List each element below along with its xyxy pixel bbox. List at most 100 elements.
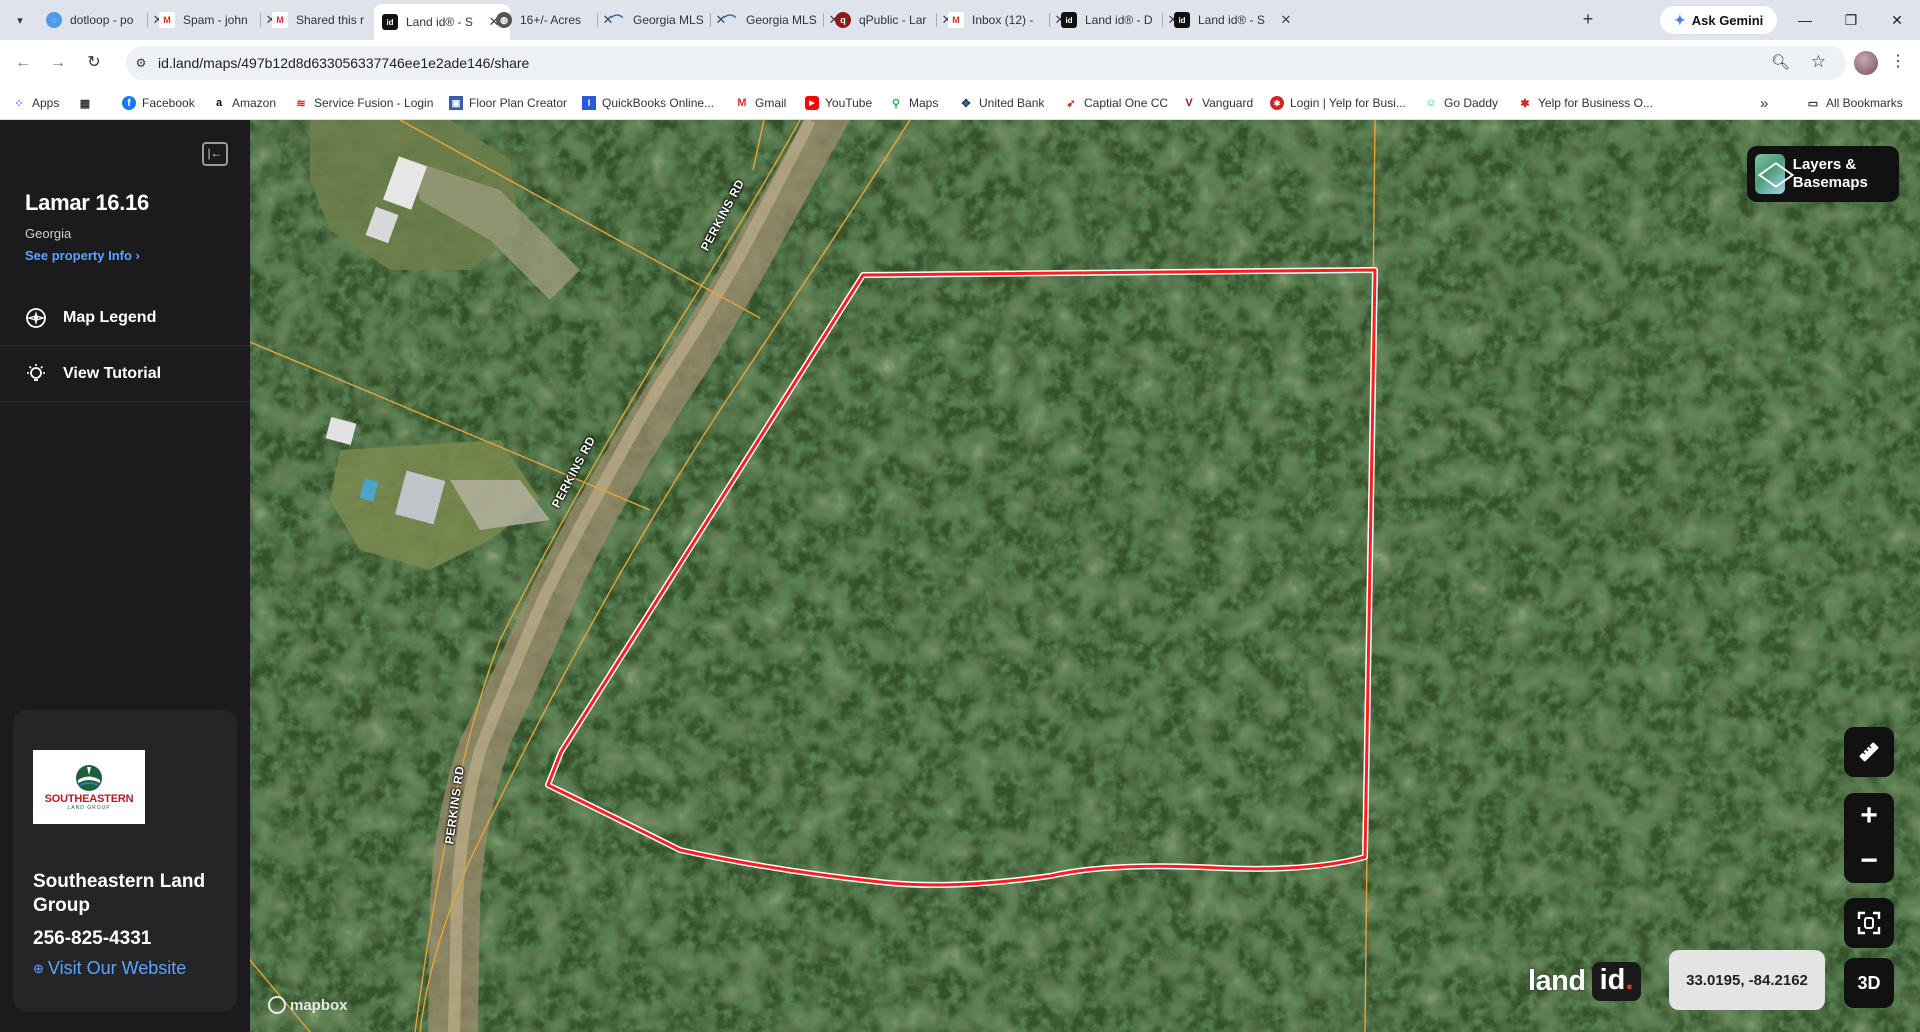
bookmark-label: All Bookmarks bbox=[1826, 96, 1903, 110]
browser-toolbar: ← → ↻ ⚙ id.land/maps/497b12d8d6330563377… bbox=[0, 40, 1920, 86]
tab-title: Georgia MLS bbox=[633, 13, 704, 27]
floorplan-icon: ▣ bbox=[449, 96, 463, 110]
bookmark-unitedbank[interactable]: ✥ United Bank bbox=[959, 94, 1044, 112]
yelp-icon: ✱ bbox=[1520, 97, 1530, 110]
visit-website-label: Visit Our Website bbox=[47, 958, 187, 978]
bookmark-gmail[interactable]: M Gmail bbox=[735, 94, 786, 112]
bookmark-label: United Bank bbox=[979, 96, 1045, 110]
apps-grid-icon: ⁘ bbox=[14, 97, 24, 110]
restore-icon[interactable]: ❐ bbox=[1836, 8, 1866, 32]
bookmark-label: Facebook bbox=[142, 96, 195, 110]
bookmark-label: Go Daddy bbox=[1444, 96, 1499, 110]
bookmarks-bar: ⁘ Apps ▦ f Facebook a Amazon ≋ Service Fusio… bbox=[0, 86, 1920, 120]
site-settings-icon[interactable]: ⚙ bbox=[132, 54, 150, 72]
bookmark-launcher[interactable]: ▦ bbox=[78, 94, 92, 112]
bookmark-label: Gmail bbox=[755, 96, 787, 110]
bookmark-label: Amazon bbox=[232, 96, 277, 110]
apps-launcher-icon: ▦ bbox=[79, 97, 91, 110]
profile-avatar[interactable] bbox=[1854, 51, 1878, 75]
capitalone-icon: ➶ bbox=[1066, 97, 1076, 110]
zoom-out-button[interactable]: − bbox=[1844, 838, 1894, 883]
globe-icon: ◍ bbox=[496, 12, 512, 28]
bookmark-apps[interactable]: ⁘ Apps bbox=[12, 94, 59, 112]
gmail-icon: M bbox=[272, 12, 288, 28]
3d-toggle-button[interactable]: 3D bbox=[1844, 958, 1894, 1008]
vanguard-icon: V bbox=[1185, 97, 1193, 109]
gmail-icon: M bbox=[737, 97, 747, 109]
bookmark-label: Apps bbox=[32, 96, 60, 110]
bookmark-label: YouTube bbox=[825, 96, 873, 110]
unitedbank-icon: ✥ bbox=[961, 97, 971, 110]
layers-basemaps-label: Layers & Basemaps bbox=[1792, 156, 1868, 191]
tab-title: Land id® - S bbox=[1198, 13, 1265, 27]
bookmark-label: Captial One CC bbox=[1084, 96, 1169, 110]
agent-logo: SOUTHEASTERN LAND GROUP bbox=[33, 750, 145, 824]
bookmark-floorplan[interactable]: ▣ Floor Plan Creator bbox=[449, 94, 567, 112]
qpublic-icon: q bbox=[835, 12, 851, 28]
recenter-button[interactable] bbox=[1844, 898, 1894, 948]
agent-name: Southeastern Land Group bbox=[33, 871, 206, 916]
map-legend-button[interactable]: Map Legend bbox=[0, 290, 250, 346]
zoom-magnifier-icon[interactable]: 🔍︎ bbox=[1771, 53, 1790, 71]
browser-menu-icon[interactable]: ⋮ bbox=[1890, 51, 1906, 71]
bookmarks-overflow-chevron-icon[interactable]: » bbox=[1760, 94, 1768, 112]
visit-website-link[interactable]: ⊕ Visit Our Website bbox=[33, 958, 186, 979]
map-canvas[interactable]: PERKINS RD PERKINS RD PERKINS RD Layers … bbox=[250, 120, 1920, 1032]
minimize-icon[interactable]: — bbox=[1790, 8, 1820, 32]
bookmark-capitalone[interactable]: ➶ Captial One CC bbox=[1064, 94, 1168, 112]
agent-logo-name: SOUTHEASTERN bbox=[44, 793, 134, 805]
back-arrow-icon[interactable]: ← bbox=[11, 51, 35, 75]
bookmark-yelp-business[interactable]: ✱ Yelp for Business O... bbox=[1518, 94, 1653, 112]
bookmark-servicefusion[interactable]: ≋ Service Fusion - Login bbox=[294, 94, 433, 112]
ask-gemini-label: Ask Gemini bbox=[1691, 12, 1764, 28]
reload-icon[interactable]: ↻ bbox=[82, 51, 106, 75]
tab-title: Land id® - S bbox=[406, 15, 473, 29]
tab-title: Shared this r bbox=[296, 13, 365, 27]
ruler-icon bbox=[1859, 742, 1879, 762]
bookmark-amazon[interactable]: a Amazon bbox=[212, 94, 276, 112]
collapse-panel-icon[interactable]: |← bbox=[202, 142, 228, 166]
satellite-basemap bbox=[250, 120, 1920, 1032]
see-property-info-link[interactable]: See property Info › bbox=[25, 248, 140, 263]
url-text[interactable]: id.land/maps/497b12d8d633056337746ee1e2a… bbox=[158, 55, 529, 71]
zoom-in-button[interactable]: + bbox=[1844, 793, 1894, 838]
tab-search-chevron-icon[interactable]: ▾ bbox=[8, 8, 32, 32]
map-legend-label: Map Legend bbox=[63, 308, 157, 326]
property-title: Lamar 16.16 bbox=[25, 190, 149, 215]
tab-title: dotloop - po bbox=[70, 13, 134, 27]
bookmark-label: Login | Yelp for Busi... bbox=[1290, 96, 1406, 110]
forward-arrow-icon[interactable]: → bbox=[46, 51, 70, 75]
bookmark-maps[interactable]: ⚲ Maps bbox=[889, 94, 938, 112]
agent-logo-mark-icon bbox=[76, 765, 102, 791]
bookmark-godaddy[interactable]: ☺ Go Daddy bbox=[1424, 94, 1498, 112]
tab-11[interactable]: id Land id® - S ✕ bbox=[1166, 6, 1302, 34]
new-tab-button[interactable]: + bbox=[1576, 8, 1600, 32]
close-window-icon[interactable]: ✕ bbox=[1882, 8, 1912, 32]
landid-icon: id bbox=[1061, 12, 1077, 28]
bookmark-label: QuickBooks Online... bbox=[602, 96, 715, 110]
bookmark-vanguard[interactable]: V Vanguard bbox=[1182, 94, 1253, 112]
compass-icon bbox=[25, 307, 47, 329]
layers-basemaps-button[interactable]: Layers & Basemaps bbox=[1747, 146, 1899, 202]
landid-icon: id bbox=[1174, 12, 1190, 28]
tab-close-icon[interactable]: ✕ bbox=[1278, 12, 1294, 28]
view-tutorial-button[interactable]: View Tutorial bbox=[0, 346, 250, 402]
lightbulb-icon bbox=[25, 363, 47, 385]
mapbox-attribution[interactable]: mapbox bbox=[268, 996, 348, 1014]
all-bookmarks[interactable]: ▭ All Bookmarks bbox=[1806, 94, 1903, 112]
mapbox-logo-icon bbox=[268, 996, 286, 1014]
address-bar[interactable]: ⚙ id.land/maps/497b12d8d633056337746ee1e… bbox=[126, 46, 1846, 80]
bookmark-facebook[interactable]: f Facebook bbox=[122, 94, 195, 112]
bookmark-quickbooks[interactable]: I QuickBooks Online... bbox=[582, 94, 714, 112]
agent-phone[interactable]: 256-825-4331 bbox=[33, 928, 151, 950]
gamls-icon: ⌒ bbox=[723, 13, 736, 28]
bookmark-star-icon[interactable]: ☆ bbox=[1811, 52, 1826, 72]
measure-tool-button[interactable] bbox=[1844, 727, 1894, 777]
property-state: Georgia bbox=[25, 226, 72, 241]
godaddy-icon: ☺ bbox=[1425, 97, 1437, 109]
bookmark-youtube[interactable]: ▶ YouTube bbox=[805, 94, 872, 112]
gemini-sparkle-icon: ✦ bbox=[1674, 11, 1686, 28]
ask-gemini-button[interactable]: ✦ Ask Gemini bbox=[1660, 6, 1778, 34]
landid-logo-word: land bbox=[1528, 965, 1586, 997]
bookmark-yelp-login[interactable]: ✱ Login | Yelp for Busi... bbox=[1270, 94, 1406, 112]
